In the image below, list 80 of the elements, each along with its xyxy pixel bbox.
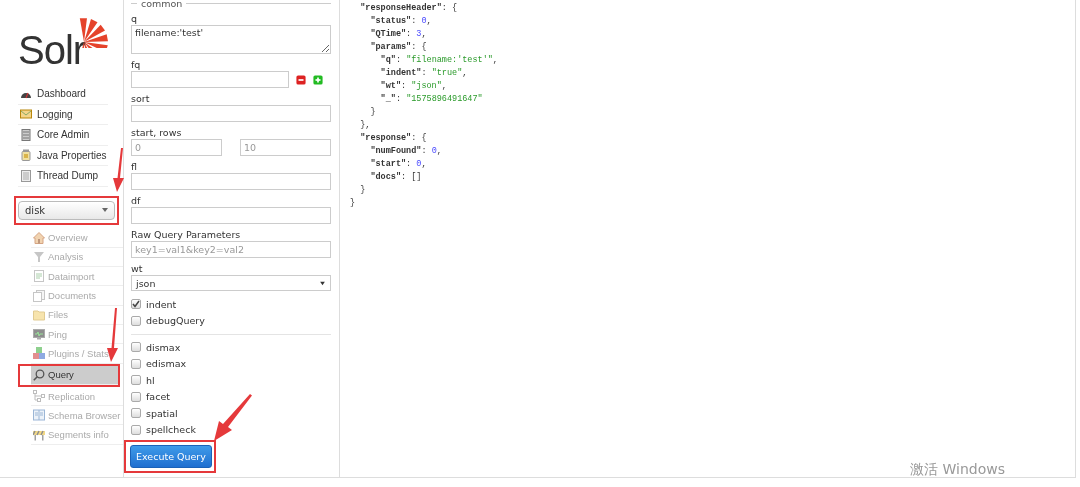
code-line: "wt": "json", [379, 80, 448, 93]
text-field[interactable]: key1=val1&key2=val2 [131, 241, 331, 258]
filter-field[interactable] [131, 71, 289, 88]
code-line: "response": { [359, 132, 428, 145]
code-line: } [350, 197, 357, 210]
remove-icon [296, 74, 306, 85]
barrier-icon [33, 428, 45, 441]
code-line: }, [359, 119, 372, 132]
code-line: } [359, 184, 367, 197]
text-field[interactable] [131, 105, 331, 122]
checkbox-label: facet [146, 391, 170, 403]
caret-icon [102, 208, 108, 212]
code-line: "responseHeader": { [359, 2, 459, 15]
field-label: start, rows [131, 127, 183, 138]
text-field[interactable] [131, 173, 331, 190]
server-icon [20, 128, 32, 141]
execute-query-button[interactable]: Execute Query [130, 445, 212, 468]
nav-item[interactable]: Logging [18, 104, 108, 125]
field-label: wt [131, 263, 144, 274]
checkbox[interactable] [131, 358, 141, 369]
field-label: Raw Query Parameters [131, 229, 242, 240]
core-dropdown[interactable]: disk [18, 200, 115, 220]
field-label: sort [131, 93, 151, 104]
house-icon [33, 231, 45, 244]
code-line: "numFound": 0, [369, 145, 443, 158]
document-icon [33, 270, 45, 283]
code-line: "start": 0, [369, 158, 428, 171]
nav-item[interactable]: Dashboard [18, 84, 108, 105]
envelope-icon [20, 108, 32, 121]
format-dropdown[interactable]: json [131, 275, 331, 291]
nav-item[interactable]: Thread Dump [18, 166, 108, 187]
code-line: "status": 0, [369, 15, 433, 28]
fieldset-legend: common [131, 0, 331, 8]
blocks-icon [33, 347, 45, 360]
pointer-arrow [110, 147, 126, 192]
field-label: df [131, 195, 142, 206]
document-icon [20, 169, 32, 182]
book-icon [33, 409, 45, 422]
checkbox[interactable] [131, 299, 141, 310]
funnel-icon [33, 250, 45, 263]
checkbox-label: spellcheck [146, 424, 196, 436]
checkbox[interactable] [131, 342, 141, 353]
code-line: } [369, 106, 377, 119]
field-label: q [131, 13, 139, 24]
core-menu-item[interactable]: Query [31, 365, 118, 385]
code-line: "QTime": 3, [369, 28, 428, 41]
checkbox[interactable] [131, 391, 141, 402]
field-label: fl [131, 161, 138, 172]
documents-icon [33, 289, 45, 302]
caret-icon [319, 279, 326, 287]
number-field[interactable]: 10 [240, 139, 331, 156]
logo-text: Solr [18, 30, 86, 70]
code-line: "_": "1575896491647" [379, 93, 484, 106]
checkbox[interactable] [131, 375, 141, 386]
code-line: "q": "filename:'test'", [379, 54, 498, 67]
nav-item[interactable]: Core Admin [18, 125, 108, 146]
monitor-icon [33, 328, 45, 341]
checkbox-label: hl [146, 374, 155, 386]
checkbox-label: indent [146, 298, 177, 310]
checkbox-label: spatial [146, 407, 178, 419]
activation-notice: 激活 Windows [910, 461, 1005, 479]
text-field[interactable] [131, 207, 331, 224]
code-line: "indent": "true", [379, 67, 469, 80]
jar-icon [20, 149, 32, 162]
add-icon [313, 74, 323, 85]
field-label: fq [131, 59, 142, 70]
checkbox[interactable] [131, 408, 141, 419]
number-field[interactable]: 0 [131, 139, 222, 156]
query-field[interactable]: filename:'test' [131, 25, 331, 54]
code-line: "params": { [369, 41, 428, 54]
checkbox-label: debugQuery [146, 315, 205, 327]
checkbox-label: dismax [146, 341, 181, 353]
code-line: "docs": [] [369, 171, 423, 184]
nav-item[interactable]: Java Properties [18, 145, 108, 166]
folder-icon [33, 308, 45, 321]
checkbox[interactable] [131, 315, 141, 326]
checkbox-label: edismax [146, 358, 187, 370]
network-icon [33, 390, 45, 402]
checkbox[interactable] [131, 424, 141, 435]
search-icon [33, 368, 45, 381]
